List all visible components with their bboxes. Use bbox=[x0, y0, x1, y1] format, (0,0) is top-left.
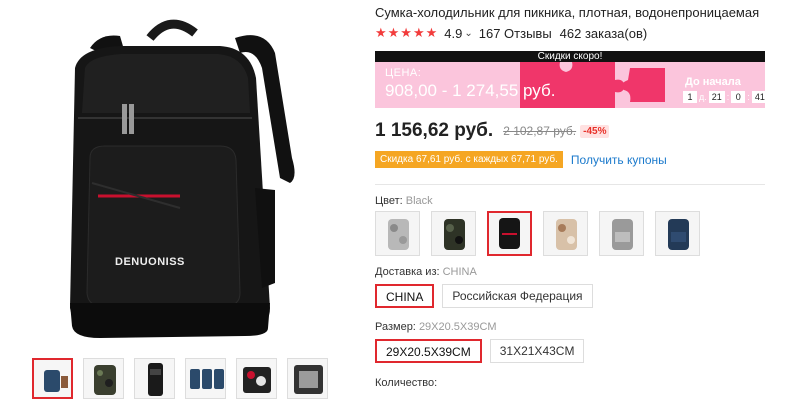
color-option-navy[interactable] bbox=[655, 211, 700, 256]
color-option-desert-camo[interactable] bbox=[543, 211, 588, 256]
color-label: Цвет: Black bbox=[375, 195, 433, 207]
coupon-row: Скидка 67,61 руб. с каждых 67,71 руб. По… bbox=[375, 151, 667, 168]
color-label-text: Цвет: bbox=[375, 195, 403, 207]
rating-stars: ★★★★★ bbox=[375, 25, 439, 40]
size-label: Размер: 29X20.5X39CM bbox=[375, 321, 497, 333]
chevron-down-icon[interactable]: ⌄ bbox=[464, 28, 472, 39]
thumbnail-4[interactable] bbox=[185, 358, 226, 399]
ship-from-options: CHINA Российская Федерация bbox=[375, 284, 593, 308]
color-option-gray[interactable] bbox=[599, 211, 644, 256]
size-option-small[interactable]: 29X20.5X39CM bbox=[375, 339, 482, 363]
timer-hours: 21 bbox=[708, 91, 725, 103]
promo-countdown-label: До начала bbox=[685, 76, 741, 88]
current-price: 1 156,62 руб. bbox=[375, 120, 494, 141]
thumbnail-6[interactable] bbox=[287, 358, 328, 399]
color-option-gray-camo[interactable] bbox=[375, 211, 420, 256]
orders-count: 462 заказа(ов) bbox=[559, 25, 648, 41]
color-option-black[interactable] bbox=[487, 211, 532, 256]
rating-row: ★★★★★ 4.9 ⌄ 167 Отзывы 462 заказа(ов) bbox=[375, 25, 647, 41]
thumbnail-1[interactable] bbox=[32, 358, 73, 399]
rating-value: 4.9 bbox=[444, 25, 463, 41]
promo-price-range: 908,00 - 1 274,55 руб. bbox=[385, 81, 556, 100]
timer-days-unit: д. bbox=[699, 92, 707, 102]
timer-days: 1 bbox=[683, 91, 697, 103]
promo-banner: Скидки скоро! ЦЕНА: 908,00 - 1 274,55 ру… bbox=[375, 51, 765, 108]
thumbnail-5[interactable] bbox=[236, 358, 277, 399]
old-price: 2 102,87 руб. bbox=[503, 124, 577, 138]
color-options bbox=[375, 211, 700, 256]
size-option-large[interactable]: 31X21X43CM bbox=[489, 339, 585, 363]
ship-from-label-text: Доставка из: bbox=[375, 266, 440, 278]
ship-option-russia[interactable]: Российская Федерация bbox=[442, 284, 593, 308]
ship-from-selected-value: CHINA bbox=[442, 266, 477, 278]
divider bbox=[375, 184, 765, 185]
coupon-badge: Скидка 67,61 руб. с каждых 67,71 руб. bbox=[375, 151, 563, 168]
thumbnail-3[interactable] bbox=[134, 358, 175, 399]
promo-header: Скидки скоро! bbox=[375, 51, 765, 62]
discount-badge: -45% bbox=[580, 124, 610, 138]
size-options: 29X20.5X39CM 31X21X43CM bbox=[375, 339, 585, 363]
ship-option-china[interactable]: CHINA bbox=[375, 284, 435, 308]
countdown-timer: 1 д. 21 : 0 : 41 bbox=[683, 91, 765, 103]
promo-price-label: ЦЕНА: bbox=[385, 67, 422, 79]
color-selected-value: Black bbox=[405, 195, 433, 207]
timer-minutes: 0 bbox=[731, 91, 746, 103]
thumbnail-2[interactable] bbox=[83, 358, 124, 399]
reviews-count[interactable]: 167 Отзывы bbox=[479, 26, 552, 41]
color-option-dark-camo[interactable] bbox=[431, 211, 476, 256]
product-main-image[interactable]: DENUONISS bbox=[30, 8, 325, 343]
size-label-text: Размер: bbox=[375, 321, 416, 333]
get-coupons-link[interactable]: Получить купоны bbox=[571, 153, 667, 167]
ship-from-label: Доставка из: CHINA bbox=[375, 266, 477, 278]
timer-seconds: 41 bbox=[751, 91, 765, 103]
price-row: 1 156,62 руб. 2 102,87 руб. -45% bbox=[375, 120, 610, 142]
product-title: Сумка-холодильник для пикника, плотная, … bbox=[375, 5, 760, 20]
thumbnail-strip bbox=[32, 358, 328, 399]
quantity-label: Количество: bbox=[375, 377, 438, 389]
size-selected-value: 29X20.5X39CM bbox=[418, 321, 497, 333]
brand-print: DENUONISS bbox=[115, 256, 185, 268]
